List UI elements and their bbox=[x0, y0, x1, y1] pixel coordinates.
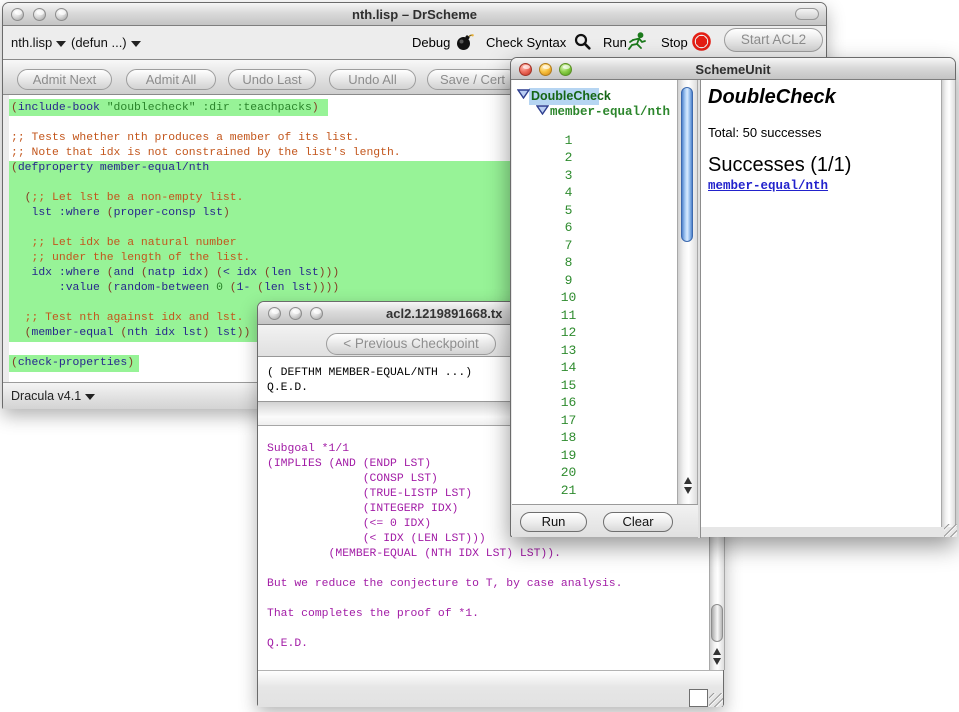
desktop: nth.lisp – DrScheme nth.lisp (defun ...)… bbox=[0, 0, 959, 712]
schemeunit-bottom-edge bbox=[701, 527, 957, 537]
dracula-button-admit-next[interactable]: Admit Next bbox=[17, 69, 112, 90]
dracula-button-undo-all[interactable]: Undo All bbox=[329, 69, 416, 90]
scroll-down-arrow[interactable] bbox=[713, 658, 721, 665]
schemeunit-window: SchemeUnit DoubleCheck member-equal/nth … bbox=[510, 57, 956, 537]
tree-item-doublecheck[interactable]: DoubleCheck bbox=[531, 89, 611, 103]
tree-test-12[interactable]: 12 bbox=[512, 325, 625, 340]
tree-scrollbar[interactable] bbox=[677, 80, 698, 505]
tree-test-7[interactable]: 7 bbox=[512, 238, 625, 253]
minimize-button[interactable] bbox=[289, 307, 302, 320]
tree-test-6[interactable]: 6 bbox=[512, 220, 625, 235]
zoom-button[interactable] bbox=[310, 307, 323, 320]
tree-test-17[interactable]: 17 bbox=[512, 413, 625, 428]
stop-button[interactable]: Stop bbox=[661, 35, 688, 50]
tree-test-3[interactable]: 3 bbox=[512, 168, 625, 183]
tree-test-14[interactable]: 14 bbox=[512, 360, 625, 375]
drscheme-titlebar[interactable]: nth.lisp – DrScheme bbox=[3, 3, 826, 26]
tree-test-5[interactable]: 5 bbox=[512, 203, 625, 218]
close-button[interactable] bbox=[268, 307, 281, 320]
success-link[interactable]: member-equal/nth bbox=[708, 179, 828, 193]
scrollbar-thumb[interactable] bbox=[711, 604, 723, 642]
dracula-button-save-cert[interactable]: Save / Cert bbox=[427, 69, 518, 90]
run-tests-button[interactable]: Run bbox=[520, 512, 587, 532]
dracula-button-admit-all[interactable]: Admit All bbox=[126, 69, 216, 90]
file-dropdown[interactable]: nth.lisp bbox=[11, 35, 66, 50]
drscheme-toolbar: nth.lisp (defun ...) Debug Check Syntax … bbox=[3, 26, 826, 59]
scroll-up-arrow[interactable] bbox=[684, 477, 692, 484]
acl2-summary-text: ( DEFTHM MEMBER-EQUAL/NTH ...) Q.E.D. bbox=[267, 366, 472, 396]
check-syntax-button[interactable]: Check Syntax bbox=[486, 35, 566, 50]
chevron-down-icon bbox=[131, 41, 141, 47]
previous-checkpoint-button[interactable]: < Previous Checkpoint bbox=[326, 333, 496, 355]
tree-test-10[interactable]: 10 bbox=[512, 290, 625, 305]
magnifier-icon[interactable] bbox=[574, 33, 591, 50]
results-total: Total: 50 successes bbox=[708, 125, 821, 140]
tree-test-20[interactable]: 20 bbox=[512, 465, 625, 480]
acl2-bottom-bar bbox=[258, 670, 723, 707]
tree-test-15[interactable]: 15 bbox=[512, 378, 625, 393]
test-tree[interactable]: DoubleCheck member-equal/nth 12345678910… bbox=[512, 80, 677, 504]
editor-lock-box[interactable] bbox=[689, 689, 708, 707]
disclosure-triangle-icon[interactable] bbox=[536, 105, 549, 115]
clear-button[interactable]: Clear bbox=[603, 512, 673, 532]
defun-dropdown[interactable]: (defun ...) bbox=[71, 35, 141, 50]
results-heading: DoubleCheck bbox=[708, 86, 836, 109]
chevron-down-icon bbox=[85, 394, 95, 400]
tree-item-member-equal-nth[interactable]: member-equal/nth bbox=[550, 105, 670, 119]
window-title: SchemeUnit bbox=[511, 62, 955, 77]
tree-test-18[interactable]: 18 bbox=[512, 430, 625, 445]
bomb-icon[interactable] bbox=[455, 33, 474, 51]
runner-icon[interactable] bbox=[627, 32, 647, 51]
window-title: acl2.1219891668.tx bbox=[386, 306, 502, 321]
tree-test-21[interactable]: 21 bbox=[512, 483, 625, 498]
results-scrollbar[interactable] bbox=[941, 80, 956, 527]
results-pane[interactable]: DoubleCheck Total: 50 successes Successe… bbox=[701, 80, 941, 527]
run-button[interactable]: Run bbox=[603, 35, 627, 50]
tree-test-2[interactable]: 2 bbox=[512, 150, 625, 165]
tree-test-4[interactable]: 4 bbox=[512, 185, 625, 200]
scrollbar-thumb[interactable] bbox=[681, 87, 693, 242]
tree-test-11[interactable]: 11 bbox=[512, 308, 625, 323]
toolbar-collapse-widget[interactable] bbox=[795, 8, 819, 20]
tree-test-1[interactable]: 1 bbox=[512, 133, 625, 148]
resize-grip[interactable] bbox=[709, 693, 723, 707]
window-title: nth.lisp – DrScheme bbox=[3, 7, 826, 22]
scroll-down-arrow[interactable] bbox=[684, 487, 692, 494]
dracula-version-dropdown[interactable]: Dracula v4.1 bbox=[11, 389, 95, 403]
schemeunit-titlebar[interactable]: SchemeUnit bbox=[511, 58, 955, 80]
chevron-down-icon bbox=[56, 41, 66, 47]
debug-button[interactable]: Debug bbox=[412, 35, 450, 50]
tree-test-8[interactable]: 8 bbox=[512, 255, 625, 270]
tree-test-16[interactable]: 16 bbox=[512, 395, 625, 410]
scroll-up-arrow[interactable] bbox=[713, 648, 721, 655]
tree-test-9[interactable]: 9 bbox=[512, 273, 625, 288]
stop-icon[interactable] bbox=[692, 32, 711, 51]
dracula-button-undo-last[interactable]: Undo Last bbox=[228, 69, 316, 90]
disclosure-triangle-icon[interactable] bbox=[517, 89, 530, 99]
schemeunit-button-bar: Run Clear bbox=[512, 504, 698, 537]
tree-test-13[interactable]: 13 bbox=[512, 343, 625, 358]
start-acl2-button[interactable]: Start ACL2 bbox=[724, 28, 823, 52]
successes-heading: Successes (1/1) bbox=[708, 154, 851, 177]
tree-test-19[interactable]: 19 bbox=[512, 448, 625, 463]
resize-grip[interactable] bbox=[944, 524, 957, 537]
